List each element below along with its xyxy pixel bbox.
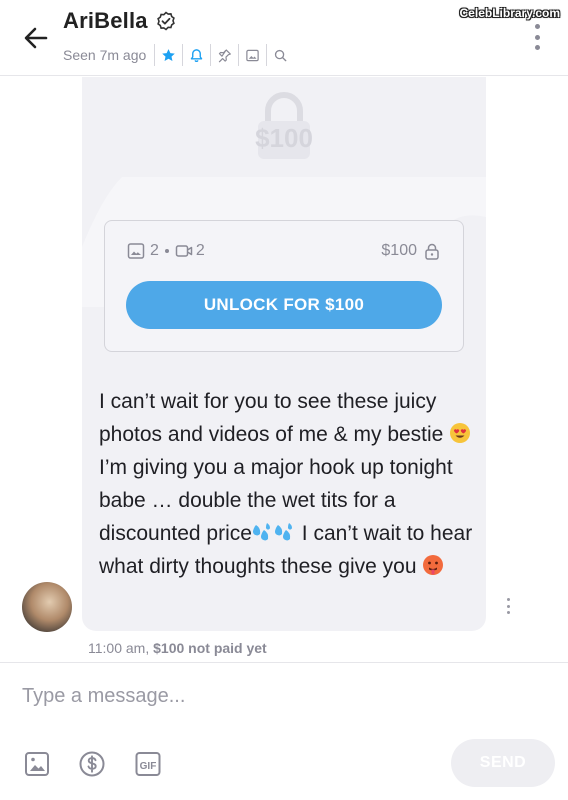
- message-input[interactable]: [22, 681, 542, 711]
- last-seen: Seen 7m ago: [63, 47, 147, 63]
- message-meta: 11:00 am, $100 not paid yet: [88, 640, 267, 656]
- small-lock-icon: [425, 243, 439, 260]
- bell-icon[interactable]: [182, 44, 210, 66]
- avatar[interactable]: [22, 582, 72, 632]
- payment-status: $100 not paid yet: [153, 640, 267, 656]
- video-icon: [175, 245, 193, 257]
- pin-icon[interactable]: [210, 44, 238, 66]
- heart-eyes-emoji-icon: [450, 423, 471, 443]
- message-text-part-1: I can’t wait for you to see these juicy …: [99, 390, 450, 446]
- search-icon[interactable]: [266, 44, 294, 66]
- tip-dollar-icon[interactable]: [77, 749, 107, 779]
- verified-badge-icon: [156, 11, 175, 31]
- videos-count: 2: [195, 242, 205, 259]
- hot-face-emoji-icon: [423, 555, 444, 575]
- message-time: 11:00 am,: [88, 640, 150, 656]
- message-options-icon[interactable]: [505, 598, 511, 614]
- separator-dot: [164, 249, 169, 253]
- locked-message-card: $100 2 2 $100 UNLOCK FOR $100 I can’t wa…: [82, 77, 486, 631]
- star-icon[interactable]: [154, 44, 182, 66]
- image-icon[interactable]: [238, 44, 266, 66]
- sweat-droplets-emoji-icon: [252, 523, 270, 541]
- contact-name-row: AriBella: [63, 8, 176, 34]
- attach-image-icon[interactable]: [22, 749, 52, 779]
- locked-price: $100: [255, 123, 313, 153]
- header-subrow: Seen 7m ago: [63, 44, 294, 66]
- price: $100: [381, 242, 417, 259]
- photo-icon: [127, 243, 145, 259]
- watermark: CelebLibrary.com: [459, 6, 560, 20]
- gif-icon[interactable]: GIF: [133, 749, 163, 779]
- sweat-droplets-emoji-icon: [274, 523, 292, 541]
- more-options-icon[interactable]: [530, 24, 544, 50]
- photos-count: 2: [150, 242, 159, 259]
- unlock-panel: 2 2 $100 UNLOCK FOR $100: [104, 220, 464, 352]
- media-counts: 2 2: [127, 242, 205, 260]
- chat-header: AriBella Seen 7m ago CelebLibrary.com: [0, 0, 568, 76]
- message-text: I can’t wait for you to see these juicy …: [99, 385, 474, 583]
- back-arrow-icon[interactable]: [20, 22, 52, 54]
- send-button[interactable]: SEND: [451, 739, 555, 787]
- message-composer: GIF SEND: [0, 662, 568, 800]
- gif-label: GIF: [140, 761, 157, 772]
- unlock-button[interactable]: UNLOCK FOR $100: [126, 281, 442, 329]
- price-row: $100: [381, 242, 441, 260]
- contact-name[interactable]: AriBella: [63, 8, 148, 34]
